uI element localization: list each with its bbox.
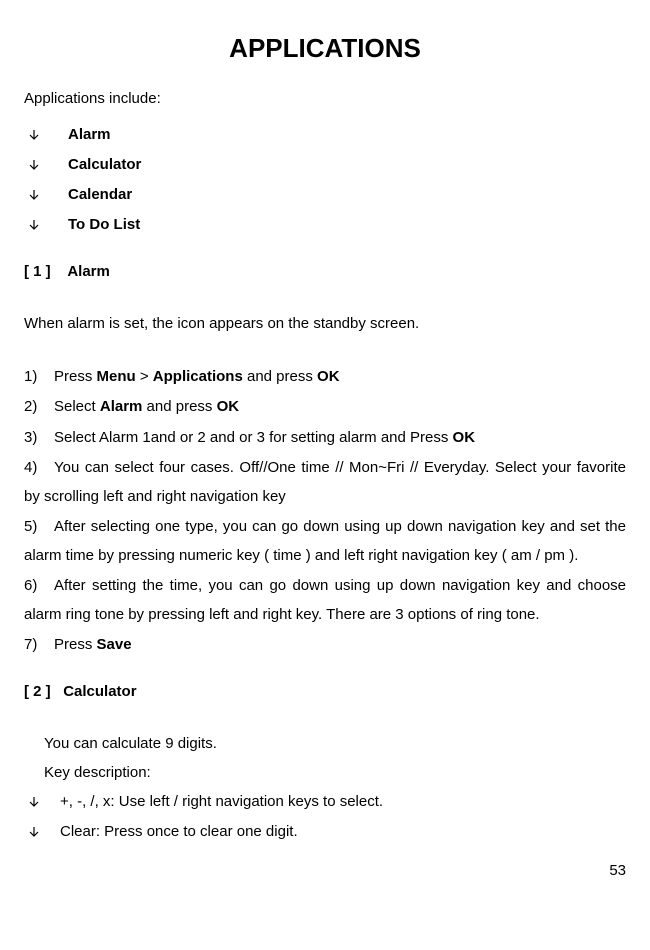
alarm-steps: 1)Press Menu > Applications and press OK… (24, 363, 626, 660)
arrow-down-icon (28, 796, 40, 808)
alarm-description: When alarm is set, the icon appears on t… (24, 310, 626, 339)
section-label: Alarm (67, 263, 110, 280)
page-number: 53 (24, 857, 626, 886)
section-heading-calculator: [ 2 ] Calculator (24, 678, 626, 707)
list-item-label: To Do List (68, 216, 140, 233)
list-item: Calendar (24, 180, 626, 210)
list-item: Clear: Press once to clear one digit. (24, 817, 626, 847)
calculator-line2: Key description: (24, 759, 626, 788)
step-item: 5)After selecting one type, you can go d… (24, 513, 626, 570)
list-item-label: Clear: Press once to clear one digit. (60, 823, 298, 840)
arrow-down-icon (28, 189, 40, 201)
arrow-down-icon (28, 129, 40, 141)
step-item: 7)Press Save (24, 631, 626, 660)
arrow-down-icon (28, 826, 40, 838)
arrow-down-icon (28, 219, 40, 231)
list-item: +, -, /, x: Use left / right navigation … (24, 787, 626, 817)
step-item: 3)Select Alarm 1and or 2 and or 3 for se… (24, 424, 626, 453)
app-bullet-list: Alarm Calculator Calendar To Do List (24, 120, 626, 240)
intro-text: Applications include: (24, 85, 626, 114)
list-item-label: Calculator (68, 156, 141, 173)
section-number: [ 2 ] (24, 683, 51, 700)
list-item: Calculator (24, 150, 626, 180)
section-heading-alarm: [ 1 ] Alarm (24, 258, 626, 287)
key-description-list: +, -, /, x: Use left / right navigation … (24, 787, 626, 847)
step-item: 6)After setting the time, you can go dow… (24, 572, 626, 629)
arrow-down-icon (28, 159, 40, 171)
calculator-line1: You can calculate 9 digits. (24, 730, 626, 759)
list-item-label: +, -, /, x: Use left / right navigation … (60, 793, 383, 810)
list-item: To Do List (24, 210, 626, 240)
step-item: 4)You can select four cases. Off//One ti… (24, 454, 626, 511)
list-item-label: Calendar (68, 186, 132, 203)
step-item: 2)Select Alarm and press OK (24, 393, 626, 422)
list-item: Alarm (24, 120, 626, 150)
section-number: [ 1 ] (24, 263, 51, 280)
list-item-label: Alarm (68, 126, 111, 143)
page-title: APPLICATIONS (24, 24, 626, 73)
section-label: Calculator (63, 683, 136, 700)
step-item: 1)Press Menu > Applications and press OK (24, 363, 626, 392)
